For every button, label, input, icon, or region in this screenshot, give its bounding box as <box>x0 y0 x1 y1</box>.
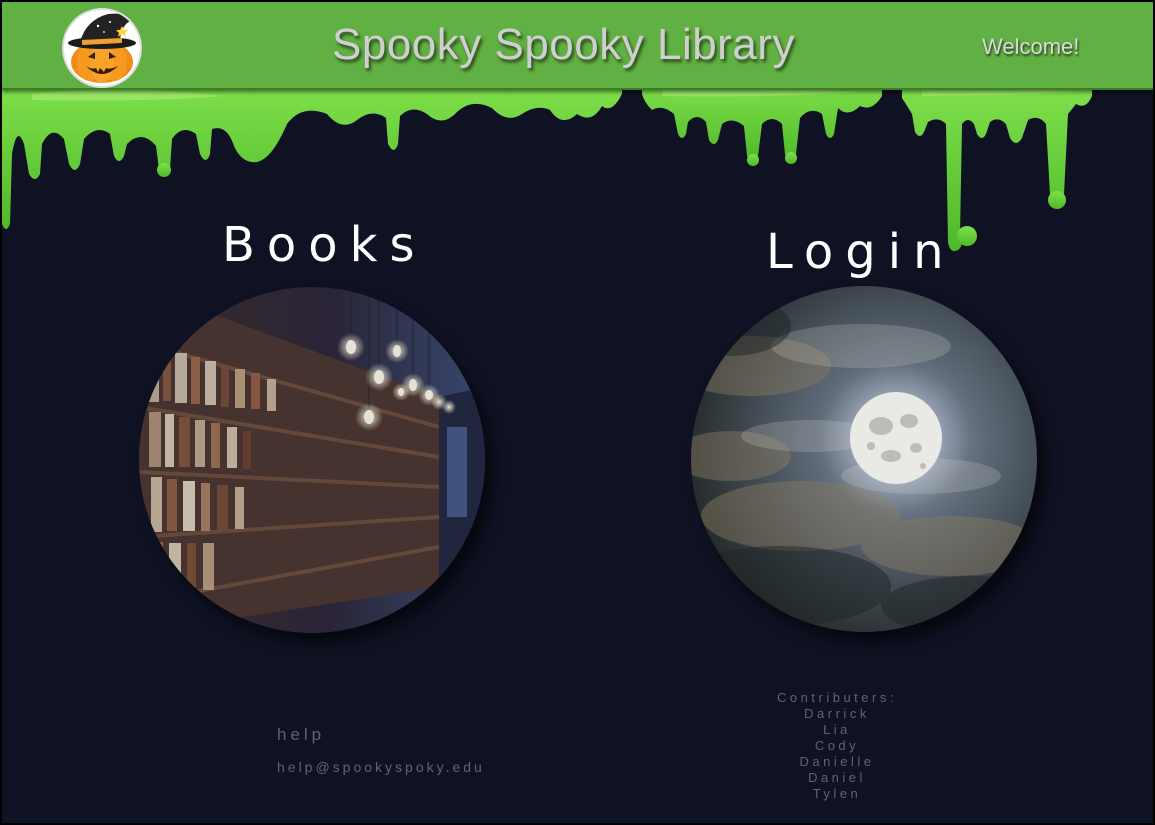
contributor-name: Danielle <box>799 754 875 769</box>
pumpkin-logo-icon[interactable] <box>62 8 142 88</box>
contributor-name: Darrick <box>804 706 870 721</box>
slime-drip-decoration <box>2 84 1092 251</box>
site-title: Spooky Spooky Library <box>332 20 795 69</box>
contributor-name: Daniel <box>808 770 866 785</box>
page-frame: Spooky Spooky Library Welcome! Books Log… <box>0 0 1155 825</box>
help-email-link[interactable]: help@spookyspoky.edu <box>277 759 485 775</box>
login-moon-image[interactable] <box>691 286 1037 632</box>
contributors-label: Contributers: <box>777 690 897 705</box>
contributor-name: Cody <box>814 738 860 753</box>
help-label: help <box>277 725 326 744</box>
site-header: Spooky Spooky Library Welcome! <box>2 2 1153 90</box>
welcome-text: Welcome! <box>982 34 1080 59</box>
contributor-name: Lia <box>823 722 851 737</box>
contributors-list: Contributers: Darrick Lia Cody Danielle … <box>742 690 932 802</box>
contributor-name: Tylen <box>812 786 862 801</box>
books-library-image[interactable] <box>139 287 485 633</box>
